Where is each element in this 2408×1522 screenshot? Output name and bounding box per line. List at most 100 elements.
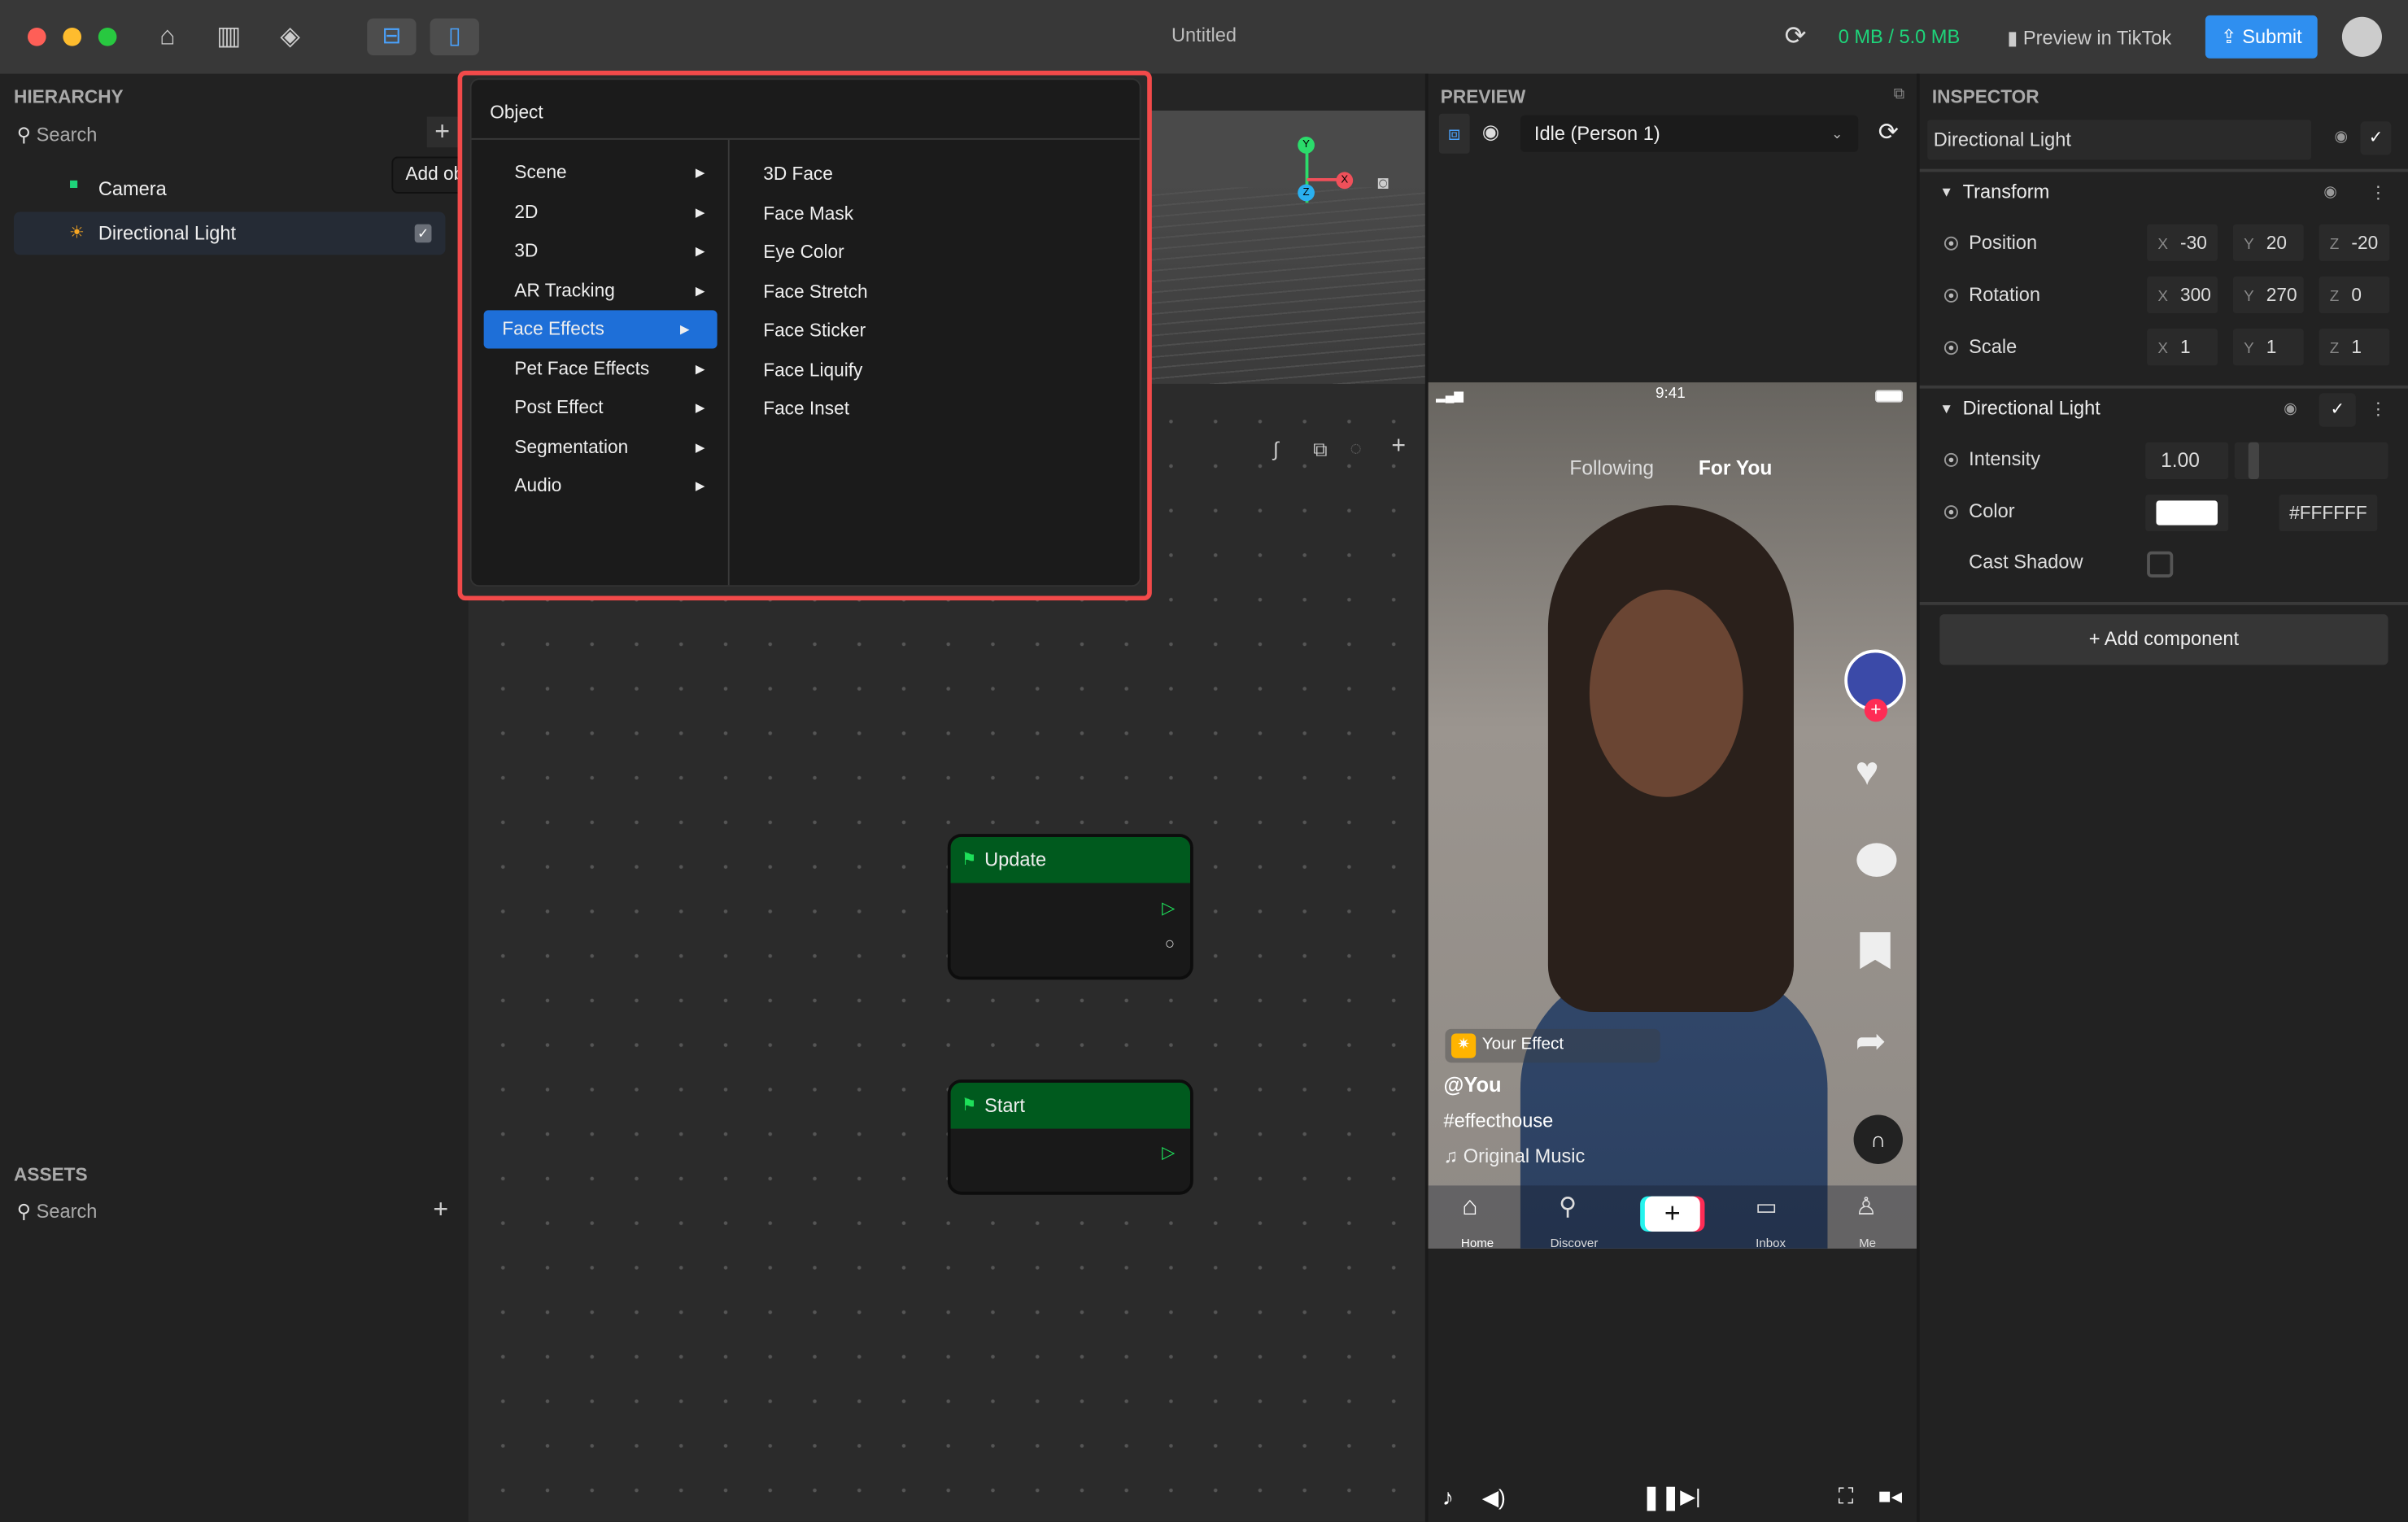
hierarchy-search[interactable]: ⚲ Search xyxy=(17,123,98,146)
scale-z-input[interactable]: Z1 xyxy=(2319,328,2390,366)
group-icon[interactable]: ⧉ xyxy=(1313,438,1328,462)
share-icon[interactable]: ➦ xyxy=(1855,1019,1886,1064)
tiktok-icon[interactable]: ♪ xyxy=(1442,1485,1454,1511)
hierarchy-item-camera[interactable]: Camera xyxy=(98,178,167,199)
music-disc-icon[interactable]: ∩ xyxy=(1853,1114,1903,1164)
visibility-icon[interactable]: ◉ xyxy=(2334,129,2347,146)
avatar[interactable] xyxy=(2341,16,2382,57)
position-x-input[interactable]: X -30 xyxy=(2147,224,2218,261)
exec-output-port[interactable]: ▷ xyxy=(1162,898,1175,918)
light-visibility-icon[interactable]: ◉ xyxy=(2284,401,2297,418)
create-button[interactable]: + xyxy=(1644,1196,1700,1232)
username[interactable]: @You xyxy=(1444,1074,1502,1097)
add-node-button[interactable]: + xyxy=(1391,433,1406,460)
gizmo-y-label[interactable]: Y xyxy=(1298,137,1315,154)
rotation-x-input[interactable]: X 300 xyxy=(2147,276,2218,314)
light-section-title[interactable]: Directional Light xyxy=(1963,398,2100,419)
nav-home[interactable]: Home xyxy=(1446,1236,1508,1250)
me-nav-icon[interactable]: ♙ xyxy=(1855,1192,1877,1223)
intensity-keyframe-icon[interactable] xyxy=(1943,452,1958,467)
menu-item-face-effects[interactable]: Face Effects ▶ xyxy=(483,310,718,349)
add-asset-button[interactable]: + xyxy=(433,1195,448,1226)
menu-item-ar-tracking[interactable]: AR Tracking ▶ xyxy=(502,271,732,309)
submenu-item-eye-color[interactable]: Eye Color xyxy=(763,241,844,262)
effect-badge[interactable]: ✷ Your Effect xyxy=(1445,1028,1660,1063)
assets-search[interactable]: ⚲ Search xyxy=(17,1199,98,1222)
transform-visibility-icon[interactable]: ◉ xyxy=(2323,185,2336,202)
intensity-slider[interactable] xyxy=(2234,442,2388,479)
nav-discover[interactable]: Discover xyxy=(1543,1236,1605,1250)
reset-preview-icon[interactable]: ⟳ xyxy=(1878,116,1899,147)
discover-nav-icon[interactable]: ⚲ xyxy=(1559,1192,1577,1223)
menu-item-scene[interactable]: Scene ▶ xyxy=(502,154,732,192)
hashtag[interactable]: #effecthouse xyxy=(1444,1110,1554,1132)
submenu-item-face-inset[interactable]: Face Inset xyxy=(763,398,849,419)
add-object-button[interactable]: + xyxy=(426,116,458,148)
step-forward-button[interactable]: ▶| xyxy=(1680,1485,1700,1510)
scale-keyframe-icon[interactable] xyxy=(1943,341,1958,355)
home-nav-icon[interactable]: ⌂ xyxy=(1462,1192,1477,1223)
exec-output-port[interactable]: ▷ xyxy=(1162,1143,1175,1162)
menu-item-2d[interactable]: 2D ▶ xyxy=(502,193,732,231)
position-keyframe-icon[interactable] xyxy=(1943,236,1958,251)
position-y-input[interactable]: Y 20 xyxy=(2232,224,2304,261)
simulator-mode-button[interactable]: ⧈ xyxy=(1438,113,1470,154)
pause-button[interactable]: ❚❚ xyxy=(1642,1484,1680,1511)
preview-in-tiktok-button[interactable]: ▮ Preview in TikTok xyxy=(2007,26,2171,49)
scene-camera-icon[interactable]: ◙ xyxy=(1377,172,1389,193)
visibility-checkbox[interactable]: ✓ xyxy=(414,224,432,243)
record-video-icon[interactable]: ■◂ xyxy=(1878,1484,1902,1510)
color-keyframe-icon[interactable] xyxy=(1943,505,1958,520)
webcam-icon[interactable]: ◉ xyxy=(1482,120,1499,144)
light-enabled-checkbox[interactable]: ✓ xyxy=(2319,393,2356,427)
inbox-nav-icon[interactable]: ▭ xyxy=(1756,1193,1778,1221)
popout-icon[interactable]: ⧉ xyxy=(1894,86,1904,103)
color-swatch[interactable] xyxy=(2145,494,2229,532)
preview-mode-select[interactable]: Idle (Person 1) ⌄ xyxy=(1520,115,1859,152)
position-z-input[interactable]: Z -20 xyxy=(2319,224,2390,261)
color-hex-input[interactable]: #FFFFFF xyxy=(2279,494,2378,532)
tab-following[interactable]: Following xyxy=(1569,456,1654,479)
menu-item-segmentation[interactable]: Segmentation ▶ xyxy=(502,428,732,466)
scale-y-input[interactable]: Y1 xyxy=(2232,328,2304,366)
follow-button[interactable]: + xyxy=(1864,698,1888,722)
gizmo-z-label[interactable]: Z xyxy=(1298,184,1315,202)
gizmo-x-label[interactable]: X xyxy=(1336,172,1354,190)
cast-shadow-checkbox[interactable] xyxy=(2147,551,2174,578)
submenu-item-face-mask[interactable]: Face Mask xyxy=(763,202,853,223)
volume-icon[interactable]: ◀) xyxy=(1482,1485,1506,1511)
transform-section-title[interactable]: Transform xyxy=(1963,181,2050,203)
music-label[interactable]: ♫ Original Music xyxy=(1444,1145,1586,1167)
heart-icon[interactable]: ♥ xyxy=(1855,748,1878,796)
slider-handle[interactable] xyxy=(2248,442,2259,479)
collapse-light-icon[interactable]: ▼ xyxy=(1939,401,1953,416)
graph-node-update[interactable]: ⚑ Update ▷ ○ xyxy=(947,834,1193,980)
submenu-item-3d-face[interactable]: 3D Face xyxy=(763,163,833,184)
comment-icon[interactable]: ◌ xyxy=(1350,436,1362,459)
object-name-input[interactable]: Directional Light xyxy=(1927,120,2312,160)
enabled-checkbox[interactable]: ✓ xyxy=(2360,121,2392,155)
curve-tool-icon[interactable]: ∫ xyxy=(1273,438,1279,460)
nav-me[interactable]: Me xyxy=(1837,1236,1899,1250)
submenu-item-face-sticker[interactable]: Face Sticker xyxy=(763,320,866,341)
menu-item-audio[interactable]: Audio ▶ xyxy=(502,467,732,505)
refresh-icon[interactable]: ⟳ xyxy=(1785,21,1807,52)
screenshot-icon[interactable]: ⛶ xyxy=(1839,1484,1854,1510)
submenu-item-face-stretch[interactable]: Face Stretch xyxy=(763,281,867,302)
graph-node-start[interactable]: ⚑ Start ▷ xyxy=(947,1079,1193,1195)
value-output-port[interactable]: ○ xyxy=(1165,935,1176,954)
add-component-button[interactable]: + Add component xyxy=(1939,614,2388,665)
tab-for-you[interactable]: For You xyxy=(1699,456,1772,479)
submit-button[interactable]: ⇪ Submit xyxy=(2205,15,2318,59)
intensity-input[interactable]: 1.00 xyxy=(2145,442,2229,479)
bookmark-icon[interactable] xyxy=(1860,931,1891,970)
rotation-z-input[interactable]: Z0 xyxy=(2319,276,2390,314)
hierarchy-item-directional-light[interactable]: ☀ Directional Light ✓ xyxy=(13,212,446,255)
rotation-keyframe-icon[interactable] xyxy=(1943,288,1958,303)
submenu-item-face-liquify[interactable]: Face Liquify xyxy=(763,359,862,380)
menu-item-3d[interactable]: 3D ▶ xyxy=(502,232,732,270)
more-options-icon[interactable]: ⋮ xyxy=(2370,183,2387,203)
nav-inbox[interactable]: Inbox xyxy=(1740,1236,1802,1250)
collapse-transform-icon[interactable]: ▼ xyxy=(1939,185,1953,200)
comment-bubble-icon[interactable] xyxy=(1856,843,1897,877)
